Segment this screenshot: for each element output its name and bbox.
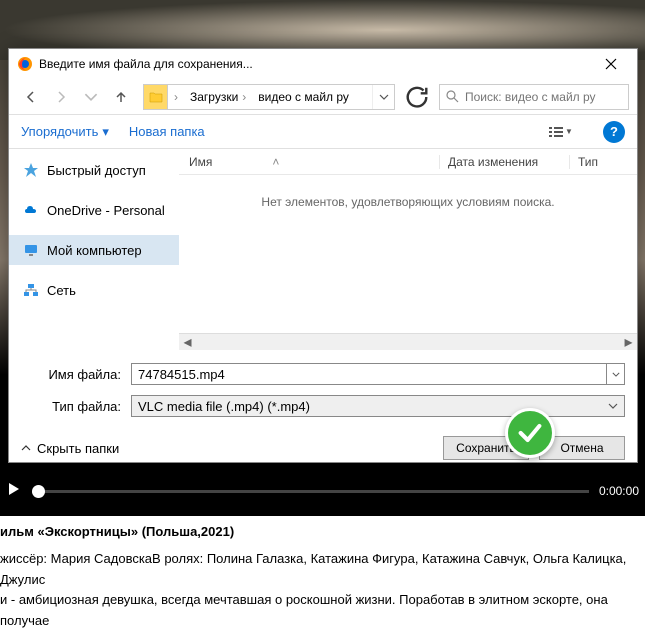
page-content: ильм «Экскортницы» (Польша,2021) жиссёр:… (0, 516, 645, 638)
search-icon (446, 90, 459, 103)
navigation-row: › Загрузки› видео с майл ру (9, 79, 637, 115)
filename-label: Имя файла: (21, 367, 131, 382)
video-controls: 0:00:00 (0, 476, 645, 506)
sidebar-item-onedrive[interactable]: OneDrive - Personal (9, 195, 179, 225)
column-name[interactable]: Имя ˄ (179, 155, 439, 169)
sidebar: Быстрый доступ OneDrive - Personal Мой к… (9, 149, 179, 333)
column-label: Имя (189, 155, 212, 169)
time-display: 0:00:00 (599, 484, 639, 498)
scroll-right-icon[interactable]: ▸ (620, 334, 637, 350)
dialog-title: Введите имя файла для сохранения... (39, 57, 593, 71)
view-options-button[interactable]: ▼ (539, 120, 583, 144)
breadcrumb-segment-downloads[interactable]: Загрузки› (184, 90, 252, 104)
up-button[interactable] (107, 83, 135, 111)
titlebar: Введите имя файла для сохранения... (9, 49, 637, 79)
breadcrumb[interactable]: › Загрузки› видео с майл ру (143, 84, 395, 110)
breadcrumb-label: Загрузки (190, 90, 238, 104)
breadcrumb-label: видео с майл ру (258, 90, 349, 104)
breadcrumb-dropdown[interactable] (372, 85, 394, 109)
empty-message: Нет элементов, удовлетворяющих условиям … (179, 175, 637, 333)
forward-button[interactable] (47, 83, 75, 111)
form-area: Имя файла: Тип файла: VLC media file (.m… (9, 350, 637, 420)
sidebar-item-computer[interactable]: Мой компьютер (9, 235, 179, 265)
scroll-left-icon[interactable]: ◂ (179, 334, 196, 350)
recent-dropdown[interactable] (77, 83, 105, 111)
sidebar-label: Сеть (47, 283, 76, 298)
sidebar-label: OneDrive - Personal (47, 203, 165, 218)
breadcrumb-segment-folder[interactable]: видео с майл ру (252, 90, 355, 104)
cloud-icon (23, 202, 39, 218)
breadcrumb-chevron-icon[interactable]: › (168, 90, 184, 104)
bottom-bar: Скрыть папки Сохранить Отмена (9, 424, 637, 472)
filetype-label: Тип файла: (21, 399, 131, 414)
network-icon (23, 282, 39, 298)
folder-icon[interactable] (144, 85, 168, 109)
save-file-dialog: Введите имя файла для сохранения... › За… (8, 48, 638, 463)
back-button[interactable] (17, 83, 45, 111)
main-area: Быстрый доступ OneDrive - Personal Мой к… (9, 149, 637, 333)
search-box[interactable] (439, 84, 629, 110)
movie-title: ильм «Экскортницы» (Польша,2021) (0, 522, 645, 543)
new-folder-button[interactable]: Новая папка (129, 124, 205, 139)
progress-bar[interactable] (32, 490, 589, 493)
play-button[interactable] (6, 481, 22, 502)
column-date[interactable]: Дата изменения (439, 155, 569, 169)
sidebar-item-quick-access[interactable]: Быстрый доступ (9, 155, 179, 185)
sidebar-item-network[interactable]: Сеть (9, 275, 179, 305)
progress-knob[interactable] (32, 485, 45, 498)
hide-folders-toggle[interactable]: Скрыть папки (21, 441, 119, 456)
sidebar-label: Быстрый доступ (47, 163, 146, 178)
filename-dropdown[interactable] (607, 363, 625, 385)
column-headers: Имя ˄ Дата изменения Тип (179, 149, 637, 175)
horizontal-scrollbar[interactable]: ◂ ▸ (179, 333, 637, 350)
filetype-dropdown[interactable]: VLC media file (.mp4) (*.mp4) (131, 395, 625, 417)
star-icon (23, 162, 39, 178)
organize-label: Упорядочить (21, 124, 98, 139)
help-button[interactable]: ? (603, 121, 625, 143)
hide-folders-label: Скрыть папки (37, 441, 119, 456)
chevron-icon (21, 445, 31, 451)
close-button[interactable] (593, 50, 629, 78)
sidebar-label: Мой компьютер (47, 243, 142, 258)
monitor-icon (23, 242, 39, 258)
filetype-value: VLC media file (.mp4) (*.mp4) (138, 399, 310, 414)
sort-indicator-icon: ˄ (272, 155, 279, 169)
movie-description-1: жиссёр: Мария СадовскаВ ролях: Полина Га… (0, 549, 645, 591)
refresh-button[interactable] (403, 84, 431, 110)
success-checkmark-icon (505, 408, 555, 458)
movie-description-2: и - амбициозная девушка, всегда мечтавша… (0, 590, 645, 632)
file-list-area: Имя ˄ Дата изменения Тип Нет элементов, у… (179, 149, 637, 333)
toolbar: Упорядочить ▾ Новая папка ▼ ? (9, 115, 637, 149)
column-type[interactable]: Тип (569, 155, 637, 169)
button-label: Отмена (560, 441, 603, 455)
filename-input[interactable] (131, 363, 607, 385)
search-input[interactable] (465, 90, 622, 104)
list-icon (549, 127, 563, 137)
organize-button[interactable]: Упорядочить ▾ (21, 124, 109, 140)
chevron-down-icon (608, 403, 618, 409)
firefox-icon (17, 56, 33, 72)
